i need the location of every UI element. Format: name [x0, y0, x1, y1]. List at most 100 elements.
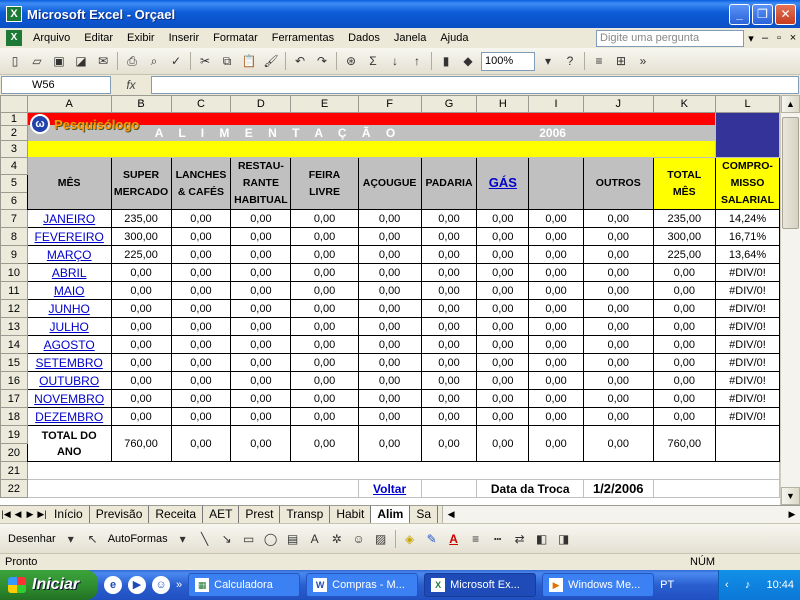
table-cell[interactable]: 0,00 — [582, 209, 654, 228]
doc-restore-icon[interactable]: ▫ — [772, 32, 786, 44]
table-cell[interactable]: 0,00 — [582, 335, 654, 354]
table-cell[interactable]: 0,00 — [528, 335, 584, 354]
table-cell[interactable]: 0,00 — [476, 371, 530, 390]
tab-habit[interactable]: Habit — [330, 506, 372, 523]
table-cell[interactable]: 0,00 — [357, 281, 422, 300]
table-cell[interactable]: 0,00 — [582, 281, 654, 300]
table-cell[interactable]: 0,00 — [290, 209, 359, 228]
title-bar[interactable]: X Microsoft Excel - Orçael _ ❐ ✕ — [0, 0, 800, 28]
table-cell[interactable]: 0,00 — [420, 245, 478, 264]
textbox-icon[interactable]: ▤ — [283, 529, 303, 549]
table-cell[interactable]: 225,00 — [652, 245, 717, 264]
month-link[interactable]: JANEIRO — [26, 209, 112, 228]
table-cell[interactable]: 0,00 — [357, 209, 422, 228]
arrow-icon[interactable]: ↘ — [217, 529, 237, 549]
table-cell[interactable]: 0,00 — [170, 371, 232, 390]
table-cell[interactable]: 0,00 — [110, 389, 172, 408]
tab-transp[interactable]: Transp — [280, 506, 331, 523]
header-blank[interactable] — [528, 157, 584, 210]
first-sheet-icon[interactable]: |◀ — [0, 509, 12, 520]
table-cell[interactable]: 0,00 — [110, 353, 172, 372]
header-compromisso[interactable]: COMPRO-MISSO SALARIAL — [715, 157, 780, 210]
horizontal-scrollbar[interactable]: ◀ ▶ — [442, 506, 800, 523]
menu-ajuda[interactable]: Ajuda — [433, 32, 475, 44]
table-cell[interactable]: 0,00 — [110, 281, 172, 300]
table-cell[interactable]: 0,00 — [652, 389, 717, 408]
menu-ferramentas[interactable]: Ferramentas — [265, 32, 341, 44]
scroll-left-icon[interactable]: ◀ — [443, 509, 459, 520]
row-header[interactable]: 12 — [0, 299, 28, 318]
table-cell[interactable]: 0,00 — [528, 353, 584, 372]
total-cell[interactable]: 0,00 — [357, 425, 422, 462]
table-cell[interactable]: 0,00 — [230, 281, 292, 300]
total-cell[interactable]: 0,00 — [528, 425, 584, 462]
data-troca-label[interactable]: Data da Troca — [476, 479, 584, 498]
table-cell[interactable]: 300,00 — [110, 227, 172, 246]
scroll-right-icon[interactable]: ▶ — [784, 509, 800, 520]
header-gas-link[interactable]: GÁS — [489, 175, 517, 190]
row-header[interactable]: 7 — [0, 209, 28, 228]
table-cell[interactable]: 0,00 — [230, 371, 292, 390]
table-cell[interactable]: 235,00 — [110, 209, 172, 228]
new-icon[interactable]: ▯ — [5, 51, 25, 71]
table-cell[interactable]: 0,00 — [420, 227, 478, 246]
workbook-icon[interactable]: X — [6, 30, 22, 46]
column-header-k[interactable]: K — [652, 95, 717, 113]
total-label[interactable]: TOTAL DO ANO — [26, 425, 112, 462]
column-header-j[interactable]: J — [582, 95, 654, 113]
month-link[interactable]: AGOSTO — [26, 335, 112, 354]
table-cell[interactable]: 0,00 — [230, 299, 292, 318]
media-player-icon[interactable]: ▶ — [128, 576, 146, 594]
month-link[interactable]: SETEMBRO — [26, 353, 112, 372]
table-cell[interactable]: 0,00 — [582, 371, 654, 390]
dropdown-arrow-icon[interactable]: ▾ — [61, 529, 81, 549]
table-cell[interactable]: 0,00 — [290, 335, 359, 354]
table-cell[interactable]: 0,00 — [357, 245, 422, 264]
table-cell[interactable]: 0,00 — [582, 299, 654, 318]
total-cell[interactable]: 760,00 — [652, 425, 717, 462]
row-header[interactable]: 19 — [0, 425, 28, 444]
empty-cell[interactable] — [652, 479, 780, 498]
column-header-g[interactable]: G — [420, 95, 478, 113]
banner-year[interactable]: 2006 — [528, 125, 717, 141]
table-cell[interactable]: 0,00 — [110, 407, 172, 426]
month-link[interactable]: NOVEMBRO — [26, 389, 112, 408]
align-center-icon[interactable]: ≡ — [589, 51, 609, 71]
table-cell[interactable]: 0,00 — [170, 317, 232, 336]
table-cell[interactable]: 0,00 — [476, 407, 530, 426]
table-cell[interactable]: 0,00 — [582, 227, 654, 246]
close-button[interactable]: ✕ — [775, 3, 796, 25]
sort-ascending-icon[interactable]: ↓ — [385, 51, 405, 71]
task-windows-media[interactable]: ▶ Windows Me... — [542, 573, 655, 597]
table-cell[interactable]: 0,00 — [582, 353, 654, 372]
select-all-corner[interactable] — [0, 95, 28, 113]
banner-yellow-band[interactable] — [26, 140, 717, 158]
minimize-button[interactable]: _ — [729, 3, 750, 25]
row-header[interactable]: 16 — [0, 371, 28, 390]
table-cell[interactable]: 0,00 — [230, 227, 292, 246]
sort-descending-icon[interactable]: ↑ — [407, 51, 427, 71]
table-cell[interactable]: 0,00 — [420, 209, 478, 228]
column-header-e[interactable]: E — [290, 95, 359, 113]
task-compras[interactable]: W Compras - M... — [306, 573, 419, 597]
row-header[interactable]: 1 — [0, 112, 28, 126]
table-cell[interactable]: 0,00 — [652, 335, 717, 354]
column-header-a[interactable]: A — [26, 95, 112, 113]
total-cell[interactable]: 0,00 — [230, 425, 292, 462]
voltar-cell[interactable]: Voltar — [357, 479, 422, 498]
header-total-mes[interactable]: TOTAL MÊS — [652, 157, 717, 210]
picture-icon[interactable]: ▨ — [371, 529, 391, 549]
table-cell[interactable]: 0,00 — [476, 227, 530, 246]
line-color-icon[interactable]: ✎ — [422, 529, 442, 549]
diagram-icon[interactable]: ✲ — [327, 529, 347, 549]
autosum-icon[interactable]: Σ — [363, 51, 383, 71]
total-cell[interactable]: 0,00 — [420, 425, 478, 462]
line-style-icon[interactable]: ≡ — [466, 529, 486, 549]
fill-color-icon[interactable]: ◈ — [400, 529, 420, 549]
select-objects-icon[interactable]: ↖ — [83, 529, 103, 549]
table-cell[interactable]: 0,00 — [528, 227, 584, 246]
voltar-link[interactable]: Voltar — [373, 482, 406, 496]
table-cell[interactable]: 225,00 — [110, 245, 172, 264]
table-cell[interactable]: 0,00 — [420, 317, 478, 336]
row-header[interactable]: 2 — [0, 125, 28, 141]
